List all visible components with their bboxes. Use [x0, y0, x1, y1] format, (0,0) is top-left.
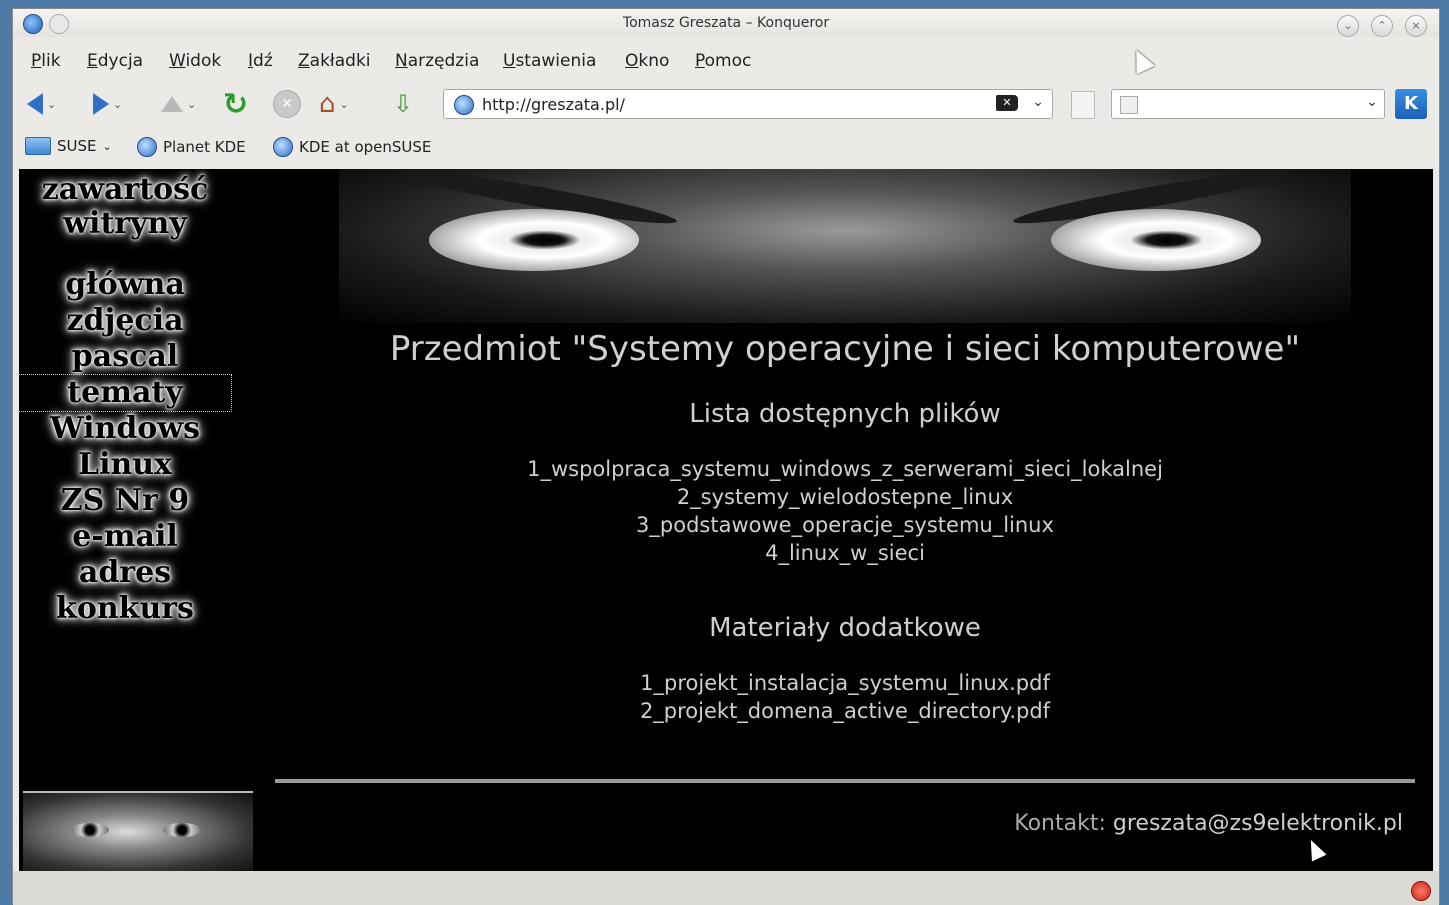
stop-button[interactable]: ✕ [273, 89, 301, 119]
globe-icon [137, 137, 157, 157]
reload-icon: ↻ [223, 86, 249, 122]
search-dropdown-chevron-icon[interactable]: ⌄ [1366, 94, 1378, 110]
url-bar[interactable]: http://greszata.pl/ ✕ ⌄ [443, 89, 1053, 119]
clear-url-icon[interactable]: ✕ [996, 95, 1018, 111]
menu-pomoc[interactable]: Pomoc [695, 51, 751, 71]
menu-edycja[interactable]: Edycja [87, 51, 143, 71]
right-eye [1051, 209, 1261, 271]
search-engine-icon[interactable] [1120, 96, 1138, 114]
contact-email-link[interactable]: greszata@zs9elektronik.pl [1113, 811, 1403, 836]
footer-eyes-thumbnail [23, 791, 253, 871]
contact-label: Kontakt: [1014, 811, 1106, 836]
nav-link-adres[interactable]: adres [19, 555, 231, 591]
url-dropdown-chevron-icon[interactable]: ⌄ [1032, 94, 1044, 110]
stop-icon: ✕ [273, 90, 301, 118]
reload-button[interactable]: ↻ [223, 86, 249, 122]
menu-widok[interactable]: Widok [169, 51, 221, 71]
menu-narzedzia[interactable]: Narzędzia [395, 51, 479, 71]
go-button[interactable] [1071, 91, 1095, 119]
menu-okno[interactable]: Okno [625, 51, 669, 71]
back-button[interactable]: ⌄ [27, 89, 56, 119]
search-field[interactable]: ⌄ [1111, 89, 1385, 119]
chevron-down-icon[interactable]: ⌄ [103, 140, 112, 153]
kde-menu-icon[interactable]: K [1395, 89, 1427, 119]
maximize-button[interactable]: ⌃ [1371, 15, 1393, 37]
window-title: Tomasz Greszata – Konqueror [622, 15, 830, 31]
horizontal-divider [275, 779, 1415, 783]
sidebar-heading-line1: zawartość [41, 172, 209, 207]
menu-bar: Plik Edycja Widok Idź Zakładki Narzędzia… [13, 47, 1439, 75]
file-link[interactable]: 1_wspolpraca_systemu_windows_z_serwerami… [275, 455, 1415, 483]
globe-icon [454, 95, 474, 115]
close-button[interactable]: × [1405, 15, 1427, 37]
browser-window: Tomasz Greszata – Konqueror ⌄ ⌃ × Plik E… [12, 8, 1440, 905]
nav-link-glowna[interactable]: główna [19, 267, 231, 303]
eyes-banner-image [339, 169, 1351, 323]
contact-info: Kontakt: greszata@zs9elektronik.pl [1014, 811, 1403, 836]
file-link[interactable]: 3_podstawowe_operacje_systemu_linux [275, 511, 1415, 539]
nav-link-tematy[interactable]: tematy [19, 374, 232, 412]
bookmarks-bar: SUSE ⌄ Planet KDE KDE at openSUSE [13, 133, 1439, 163]
home-button[interactable]: ⌂ ⌄ [319, 89, 349, 119]
bookmark-planet-kde[interactable]: Planet KDE [137, 137, 246, 157]
download-button[interactable]: ⇩ [393, 89, 413, 119]
bookmark-label: KDE at openSUSE [299, 138, 432, 156]
download-icon: ⇩ [393, 90, 414, 118]
left-eye [429, 209, 639, 271]
menu-zakladki[interactable]: Zakładki [298, 51, 371, 71]
status-bar [13, 871, 1439, 905]
files-heading: Lista dostępnych plików [689, 399, 1001, 429]
nav-link-email[interactable]: e-mail [19, 519, 231, 555]
up-button[interactable]: ⌄ [161, 89, 196, 119]
up-arrow-icon [161, 96, 183, 112]
folder-icon [25, 137, 51, 155]
chevron-down-icon[interactable]: ⌄ [187, 98, 196, 111]
chevron-down-icon[interactable]: ⌄ [47, 98, 56, 111]
menu-idz[interactable]: Idź [248, 51, 273, 71]
file-link[interactable]: 4_linux_w_sieci [275, 539, 1415, 567]
minimize-button[interactable]: ⌄ [1337, 15, 1359, 37]
menu-ustawienia[interactable]: Ustawienia [503, 51, 596, 71]
forward-button[interactable]: ⌄ [93, 89, 122, 119]
title-bar[interactable]: Tomasz Greszata – Konqueror ⌄ ⌃ × [13, 9, 1439, 37]
nav-link-pascal[interactable]: pascal [19, 339, 231, 375]
bookmark-suse[interactable]: SUSE ⌄ [25, 137, 112, 155]
sidebar-navigation: zawartość witryny główna zdjęcia pascal … [19, 169, 232, 871]
bookmark-label: SUSE [57, 137, 97, 155]
nav-link-linux[interactable]: Linux [19, 447, 231, 483]
sidebar-heading: zawartość witryny [19, 173, 231, 241]
extra-materials-heading: Materiały dodatkowe [709, 613, 981, 643]
menu-plik[interactable]: Plik [31, 51, 61, 71]
globe-icon [273, 137, 293, 157]
forward-arrow-icon [93, 93, 109, 115]
back-arrow-icon [27, 93, 43, 115]
security-status-icon[interactable] [1411, 881, 1431, 901]
mouse-pointer-icon [1303, 836, 1327, 862]
web-page-viewport[interactable]: zawartość witryny główna zdjęcia pascal … [19, 169, 1433, 871]
nav-link-zs-nr-9[interactable]: ZS Nr 9 [19, 483, 231, 519]
page-title: Przedmiot "Systemy operacyjne i sieci ko… [389, 329, 1301, 369]
file-link[interactable]: 2_systemy_wielodostepne_linux [275, 483, 1415, 511]
sidebar-heading-line2: witryny [63, 206, 187, 241]
main-content: Przedmiot "Systemy operacyjne i sieci ko… [275, 323, 1415, 725]
bookmark-label: Planet KDE [163, 138, 246, 156]
bookmark-kde-at-opensuse[interactable]: KDE at openSUSE [273, 137, 431, 157]
chevron-down-icon[interactable]: ⌄ [340, 98, 349, 111]
nav-link-konkurs[interactable]: konkurs [19, 591, 231, 627]
url-text[interactable]: http://greszata.pl/ [482, 95, 625, 114]
pdf-link[interactable]: 2_projekt_domena_active_directory.pdf [275, 697, 1415, 725]
pdf-link[interactable]: 1_projekt_instalacja_systemu_linux.pdf [275, 669, 1415, 697]
nav-link-zdjecia[interactable]: zdjęcia [19, 303, 231, 339]
nav-link-windows[interactable]: Windows [19, 411, 231, 447]
home-icon: ⌂ [319, 89, 336, 119]
chevron-down-icon[interactable]: ⌄ [113, 98, 122, 111]
